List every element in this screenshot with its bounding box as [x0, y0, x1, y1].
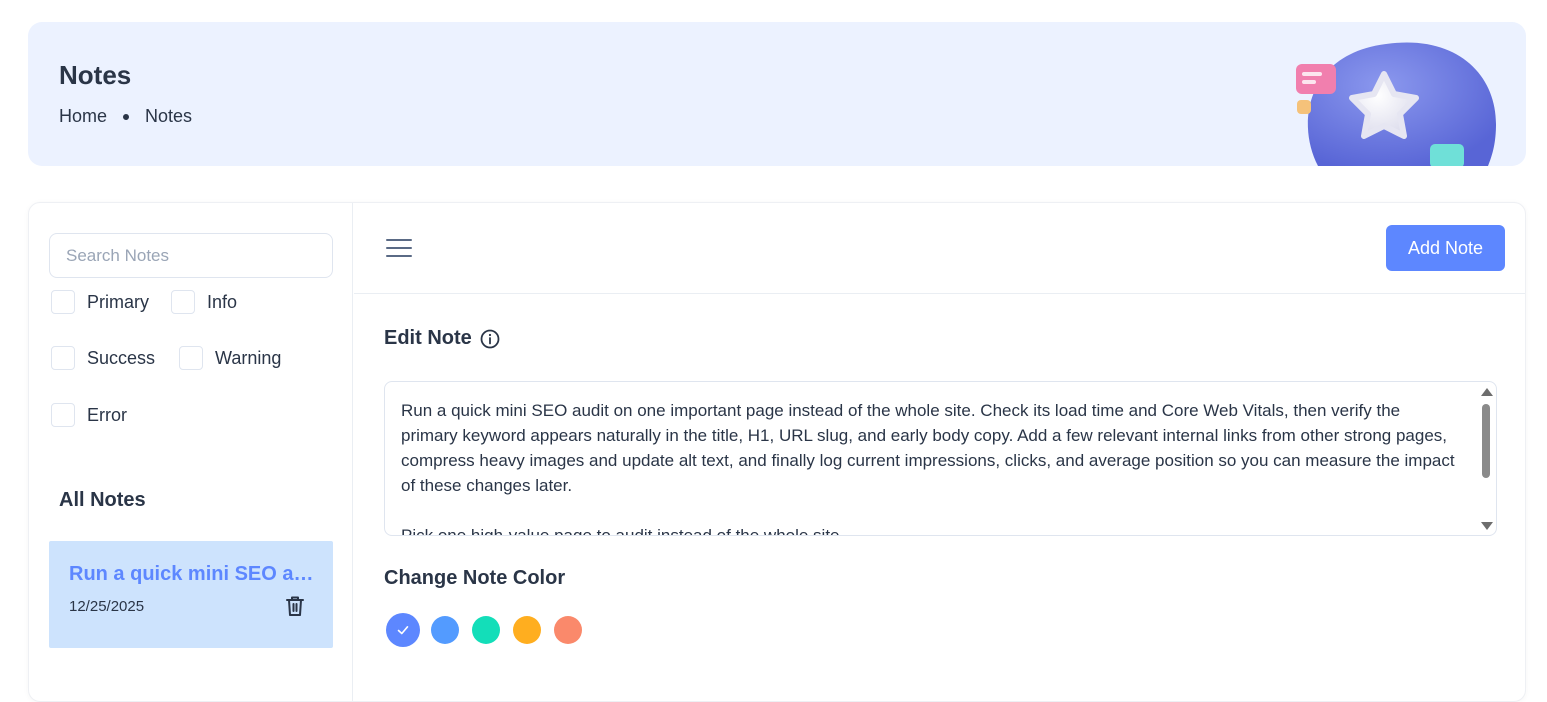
edit-note-label: Edit Note: [384, 327, 472, 349]
scroll-up-arrow-icon[interactable]: [1481, 388, 1493, 396]
list-item[interactable]: Run a quick mini SEO audit on one import…: [49, 541, 333, 648]
color-swatch[interactable]: [431, 616, 459, 644]
checkbox[interactable]: [51, 403, 75, 427]
breadcrumb-home[interactable]: Home: [59, 106, 107, 127]
checkbox[interactable]: [51, 346, 75, 370]
search-input[interactable]: [49, 233, 333, 278]
note-paragraph: Run a quick mini SEO audit on one import…: [401, 401, 1455, 495]
page-title: Notes: [59, 60, 132, 90]
checkbox[interactable]: [179, 346, 203, 370]
info-icon[interactable]: [480, 329, 500, 349]
page-header: Notes Home Notes: [28, 22, 1526, 166]
checkbox[interactable]: [51, 290, 75, 314]
color-swatch[interactable]: [513, 616, 541, 644]
hamburger-icon[interactable]: [386, 237, 412, 259]
note-editor: Add Note Edit Note Run a quick mini SEO …: [354, 203, 1525, 701]
all-notes-heading: All Notes: [59, 489, 146, 511]
filter-label: Info: [207, 291, 238, 312]
note-textarea[interactable]: Run a quick mini SEO audit on one import…: [384, 381, 1497, 536]
filter-warning[interactable]: Warning: [179, 346, 281, 370]
scroll-down-arrow-icon[interactable]: [1481, 522, 1493, 530]
note-date: 12/25/2025: [69, 598, 145, 615]
color-swatch[interactable]: [386, 613, 420, 647]
checkbox[interactable]: [171, 290, 195, 314]
notes-sidebar: Primary Info Success Warning Error All N…: [29, 203, 353, 701]
filter-primary[interactable]: Primary: [51, 290, 149, 314]
color-swatch[interactable]: [472, 616, 500, 644]
color-swatches: [386, 613, 595, 647]
note-paragraph: Pick one high-value page to audit instea…: [401, 526, 845, 536]
change-color-heading: Change Note Color: [384, 567, 566, 589]
check-icon: [397, 626, 409, 635]
textarea-scrollbar[interactable]: [1480, 386, 1493, 532]
breadcrumb-current: Notes: [145, 106, 193, 126]
editor-toolbar: Add Note: [354, 203, 1525, 294]
note-title: Run a quick mini SEO audit on one import…: [69, 563, 314, 585]
filter-label: Warning: [215, 347, 282, 368]
scroll-thumb[interactable]: [1482, 404, 1490, 478]
notes-illustration: [1296, 42, 1496, 166]
filter-label: Success: [87, 347, 156, 368]
filter-error[interactable]: Error: [51, 403, 127, 427]
color-swatch[interactable]: [554, 616, 582, 644]
notes-panel: Primary Info Success Warning Error All N…: [28, 202, 1526, 702]
add-note-button[interactable]: Add Note: [1386, 225, 1505, 271]
filter-label: Primary: [87, 291, 149, 312]
filter-label: Error: [87, 404, 127, 425]
breadcrumb: Home Notes: [59, 106, 192, 127]
edit-note-heading: Edit Note: [384, 327, 500, 350]
breadcrumb-separator: [123, 113, 130, 120]
filter-success[interactable]: Success: [51, 346, 155, 370]
trash-icon[interactable]: [285, 595, 305, 617]
filter-info[interactable]: Info: [171, 290, 237, 314]
